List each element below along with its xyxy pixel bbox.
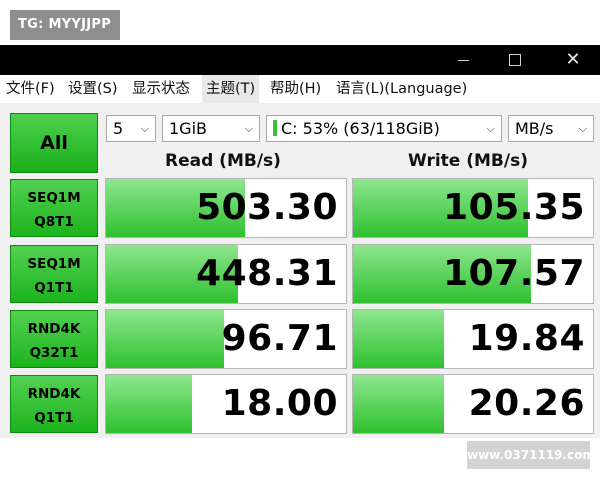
test-params: Q32T1 [29,345,79,361]
test-name: RND4K [27,386,81,402]
maximize-icon [509,54,521,66]
close-icon: ✕ [565,49,581,70]
rnd4k-q32t1-button[interactable]: RND4K Q32T1 [10,310,98,368]
read-level-bar [106,310,224,368]
test-count-value: 5 [113,119,124,138]
unit-value: MB/s [515,119,554,138]
minimize-button[interactable] [440,45,486,75]
read-value: 96.71 [221,318,338,359]
unit-select[interactable]: MB/s ⌵ [508,115,594,142]
write-header: Write (MB/s) [408,151,528,171]
drive-select[interactable]: C: 53% (63/118GiB) ⌵ [266,115,502,142]
site-watermark: www.0371119.com [467,441,595,469]
test-name: SEQ1M [27,256,81,272]
tg-label-overlay: TG: MYYJJPP [10,10,120,40]
menu-bar: 文件(F) 设置(S) 显示状态 主题(T) 帮助(H) 语言(L)(Langu… [0,75,600,103]
minimize-icon [458,60,469,61]
menu-settings[interactable]: 设置(S) [68,75,118,103]
chevron-down-icon: ⌵ [244,122,253,135]
read-header: Read (MB/s) [165,151,281,171]
menu-help[interactable]: 帮助(H) [270,75,321,103]
seq1m-q8t1-button[interactable]: SEQ1M Q8T1 [10,179,98,237]
read-value: 448.31 [196,253,338,294]
title-bar: ✕ [0,45,600,75]
maximize-button[interactable] [492,45,538,75]
drive-value: C: 53% (63/118GiB) [281,119,440,138]
menu-display-status[interactable]: 显示状态 [132,75,190,103]
chevron-down-icon: ⌵ [578,122,587,135]
chevron-down-icon: ⌵ [486,122,495,135]
menu-file[interactable]: 文件(F) [6,75,55,103]
test-params: Q8T1 [34,214,74,230]
close-button[interactable]: ✕ [550,45,596,75]
read-value: 18.00 [221,383,338,424]
rnd4k-q1t1-button[interactable]: RND4K Q1T1 [10,375,98,433]
write-level-bar [353,310,445,368]
write-result-cell: 19.84 [352,309,594,369]
write-result-cell: 20.26 [352,374,594,434]
read-result-cell: 96.71 [105,309,347,369]
read-level-bar [106,375,193,433]
write-result-cell: 105.35 [352,178,594,238]
test-count-select[interactable]: 5 ⌵ [106,115,156,142]
write-value: 20.26 [468,383,585,424]
test-size-select[interactable]: 1GiB ⌵ [162,115,260,142]
write-result-cell: 107.57 [352,244,594,304]
test-name: SEQ1M [27,190,81,206]
read-result-cell: 503.30 [105,178,347,238]
test-params: Q1T1 [34,410,74,426]
test-params: Q1T1 [34,280,74,296]
write-value: 107.57 [443,253,585,294]
menu-theme[interactable]: 主题(T) [202,75,260,103]
read-result-cell: 18.00 [105,374,347,434]
test-size-value: 1GiB [169,119,207,138]
run-all-button[interactable]: All [10,113,98,173]
read-result-cell: 448.31 [105,244,347,304]
write-level-bar [353,375,445,433]
menu-language[interactable]: 语言(L)(Language) [336,75,467,103]
write-value: 105.35 [443,187,585,228]
test-name: RND4K [27,321,81,337]
write-value: 19.84 [468,318,585,359]
drive-usage-icon [273,120,277,136]
chevron-down-icon: ⌵ [140,122,149,135]
seq1m-q1t1-button[interactable]: SEQ1M Q1T1 [10,245,98,303]
read-value: 503.30 [196,187,338,228]
benchmark-panel: All 5 ⌵ 1GiB ⌵ C: 53% (63/118GiB) ⌵ MB/s… [0,103,600,438]
